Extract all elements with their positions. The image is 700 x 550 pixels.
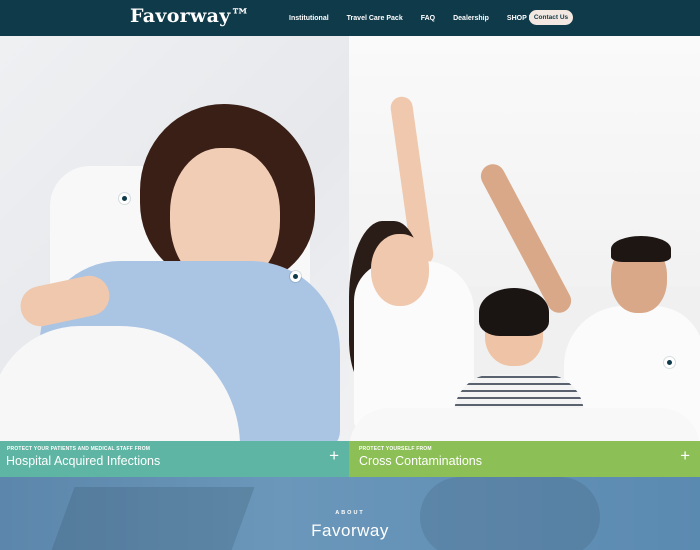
band-title: Hospital Acquired Infections [6, 454, 161, 468]
boy-hair-shape [479, 288, 549, 336]
nav-item-faq[interactable]: FAQ [421, 15, 435, 22]
site-header: Favorway™ Institutional Travel Care Pack… [0, 0, 700, 36]
about-kicker: ABOUT [335, 510, 365, 516]
plus-icon[interactable]: + [680, 447, 690, 464]
about-title: Favorway [311, 521, 389, 540]
nav-item-dealership[interactable]: Dealership [453, 15, 489, 22]
band-kicker: PROTECT YOURSELF FROM [359, 446, 432, 452]
about-section: ABOUT Favorway [0, 477, 700, 550]
brand-logo[interactable]: Favorway™ [130, 5, 250, 27]
man-hair-shape [611, 236, 671, 262]
hero-image-patient [0, 36, 349, 477]
band-kicker: PROTECT YOUR PATIENTS AND MEDICAL STAFF … [7, 446, 151, 452]
hotspot-bedding[interactable] [290, 271, 301, 282]
hospital-infections-band[interactable]: PROTECT YOUR PATIENTS AND MEDICAL STAFF … [0, 441, 349, 477]
cross-contaminations-band[interactable]: PROTECT YOURSELF FROM Cross Contaminatio… [349, 441, 700, 477]
main-nav: Institutional Travel Care Pack FAQ Deale… [289, 0, 564, 36]
hotspot-pillow[interactable] [119, 193, 130, 204]
hero-image-family [349, 36, 700, 477]
plus-icon[interactable]: + [329, 447, 339, 464]
band-title: Cross Contaminations [359, 454, 482, 468]
woman-face-shape [371, 234, 429, 306]
contact-us-button[interactable]: Contact Us [529, 10, 573, 25]
hotspot-sofa[interactable] [664, 357, 675, 368]
nav-item-travel-care-pack[interactable]: Travel Care Pack [347, 15, 403, 22]
nav-item-institutional[interactable]: Institutional [289, 15, 329, 22]
